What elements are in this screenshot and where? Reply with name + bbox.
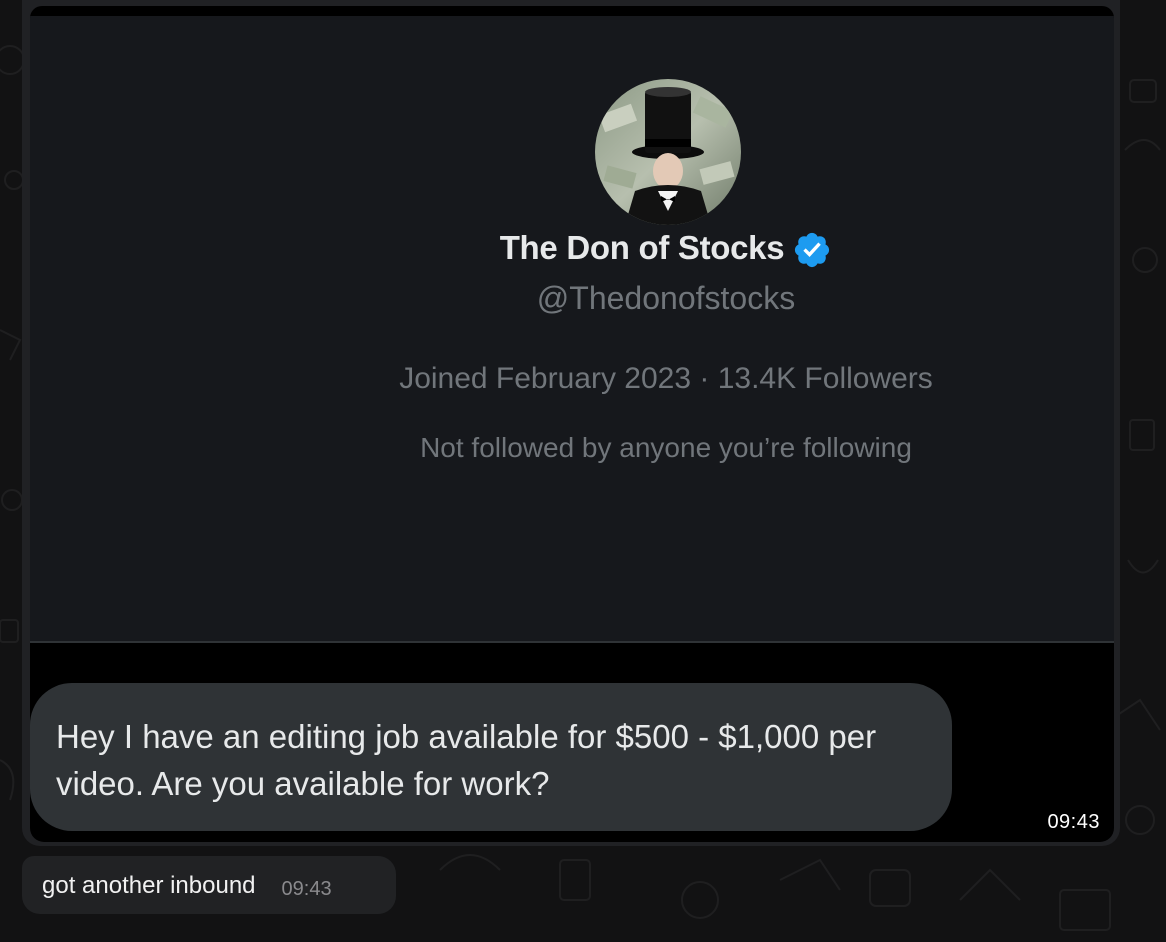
display-name: The Don of Stocks	[499, 229, 785, 266]
message-text: got another inbound	[42, 872, 256, 899]
profile-screenshot[interactable]: The Don of Stocks @Thedonofstocks Joined…	[30, 6, 1114, 842]
display-name-row: The Don of Stocks	[30, 226, 1114, 270]
dm-message-text: Hey I have an editing job available for …	[56, 718, 877, 802]
image-timestamp: 09:43	[1047, 811, 1100, 833]
user-handle: @Thedonofstocks	[536, 280, 796, 316]
image-message-bubble[interactable]: The Don of Stocks @Thedonofstocks Joined…	[22, 0, 1120, 846]
avatar	[595, 79, 741, 225]
text-message-bubble[interactable]: got another inbound 09:43	[22, 856, 396, 914]
verified-badge-icon	[795, 232, 830, 268]
dm-message-bubble: Hey I have an editing job available for …	[30, 683, 952, 831]
not-followed-text: Not followed by anyone you’re following	[420, 432, 912, 463]
joined-followers-text: Joined February 2023 · 13.4K Followers	[399, 362, 933, 395]
message-timestamp: 09:43	[281, 878, 332, 900]
profile-card: The Don of Stocks @Thedonofstocks Joined…	[30, 16, 1114, 643]
